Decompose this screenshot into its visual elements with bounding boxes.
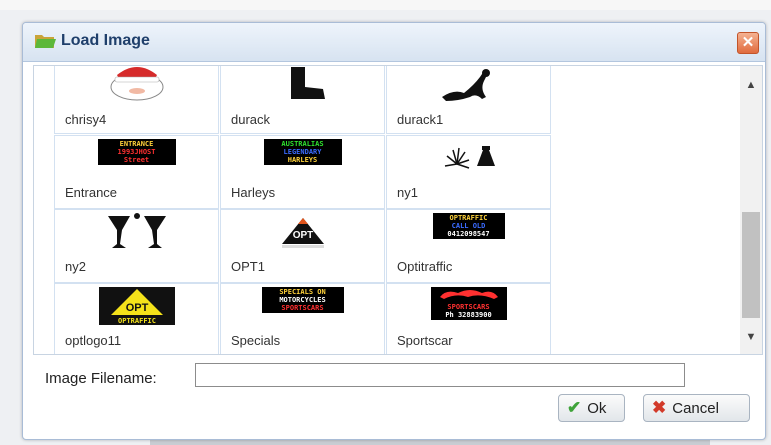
image-grid: chrisy4 durack durack1 ENTRANCE 1993JHOS…	[33, 65, 763, 355]
image-item-label: Entrance	[65, 185, 118, 200]
sign-line: SPECIALS ON	[279, 288, 326, 296]
sign-line: ENTRANCE	[119, 140, 154, 148]
dialog-title: Load Image	[61, 32, 150, 49]
ok-button-label: Ok	[587, 399, 607, 417]
image-item-label: chrisy4	[65, 112, 107, 127]
sign-line: HARLEYS	[287, 156, 318, 164]
close-button[interactable]: ✕	[737, 32, 759, 54]
image-item-label: durack	[231, 112, 271, 127]
car-graphic-icon	[439, 290, 498, 299]
sign-line: Street	[123, 156, 150, 164]
folder-icon	[35, 35, 56, 48]
x-icon: ✖	[652, 398, 667, 417]
image-filename-label: Image Filename:	[45, 370, 157, 387]
opt-logo-text: OPT	[292, 230, 313, 241]
image-item-label: optlogo11	[65, 333, 122, 348]
entrance-sign-image: ENTRANCE 1993JHOST Street	[55, 139, 218, 165]
image-item-label: ny1	[397, 185, 418, 200]
image-item-sportscar[interactable]: SPORTSCARS Ph 32883900 Sportscar	[386, 283, 551, 354]
specials-sign-image: SPECIALS ON MOTORCYCLES SPORTSCARS	[221, 287, 384, 313]
sign-line: MOTORCYCLES	[279, 296, 326, 304]
image-item-specials[interactable]: SPECIALS ON MOTORCYCLES SPORTSCARS Speci…	[220, 283, 385, 354]
scroll-down-icon[interactable]: ▼	[740, 326, 762, 348]
ok-button[interactable]: ✔ Ok	[558, 394, 625, 422]
image-item-ny1[interactable]: ny1	[386, 135, 551, 209]
image-item-label: ny2	[65, 259, 86, 274]
harleys-sign-image: AUSTRALIAS LEGENDARY HARLEYS	[221, 139, 384, 165]
silhouette-image	[387, 67, 550, 103]
image-item-opt1[interactable]: OPT OPT1	[220, 209, 385, 283]
sign-line: OPTRAFFIC	[449, 214, 488, 222]
opt-logo-subtext: OPTRAFFIC	[118, 317, 156, 325]
cancel-button-label: Cancel	[672, 399, 719, 417]
sign-line: AUSTRALIAS	[281, 140, 324, 148]
image-item-optitraffic[interactable]: OPTRAFFIC CALL OLD 0412098547 Optitraffi…	[386, 209, 551, 283]
image-item-ny2[interactable]: ny2	[54, 209, 219, 283]
sign-line: SPORTSCARS	[281, 304, 324, 312]
sportscar-sign-image: SPORTSCARS Ph 32883900	[387, 287, 550, 320]
image-item-entrance[interactable]: ENTRANCE 1993JHOST Street Entrance	[54, 135, 219, 209]
sign-line: CALL OLD	[451, 222, 486, 230]
santa-image	[55, 67, 218, 101]
image-item-label: durack1	[397, 112, 444, 127]
sign-line: SPORTSCARS	[447, 303, 490, 311]
sign-line: 1993JHOST	[117, 148, 156, 156]
opt-logo-text: OPT	[125, 302, 148, 314]
fireworks-image	[387, 142, 550, 172]
image-item-durack1[interactable]: durack1	[386, 66, 551, 134]
sign-line: 0412098547	[447, 230, 490, 238]
image-item-durack[interactable]: durack	[220, 66, 385, 134]
optitraffic-sign-image: OPTRAFFIC CALL OLD 0412098547	[387, 213, 550, 239]
backdrop-top	[0, 0, 771, 10]
sign-line: Ph 32883900	[445, 311, 492, 319]
opt-yellow-logo-image: OPT OPTRAFFIC	[55, 287, 218, 325]
checkmark-icon: ✔	[567, 398, 582, 417]
sign-line: LEGENDARY	[283, 148, 322, 156]
cancel-button[interactable]: ✖ Cancel	[643, 394, 750, 422]
scroll-up-icon[interactable]: ▲	[740, 74, 762, 96]
image-item-label: Harleys	[231, 185, 276, 200]
image-item-label: Sportscar	[397, 333, 453, 348]
dialog-titlebar[interactable]: Load Image ✕	[23, 23, 765, 62]
image-item-label: Specials	[231, 333, 281, 348]
vertical-scrollbar[interactable]: ▲ ▼	[740, 66, 762, 354]
boot-image	[221, 67, 384, 101]
image-filename-input[interactable]	[195, 363, 685, 387]
champagne-glasses-image	[55, 212, 218, 252]
scrollbar-thumb[interactable]	[742, 212, 760, 318]
image-item-harleys[interactable]: AUSTRALIAS LEGENDARY HARLEYS Harleys	[220, 135, 385, 209]
image-item-optlogo11[interactable]: OPT OPTRAFFIC optlogo11	[54, 283, 219, 354]
load-image-dialog: Load Image ✕ chrisy4 durack durack1 ENTR…	[22, 22, 766, 440]
image-item-label: Optitraffic	[397, 259, 453, 274]
image-item-chrisy4[interactable]: chrisy4	[54, 66, 219, 134]
opt-logo-image: OPT	[221, 216, 384, 250]
image-item-label: OPT1	[231, 259, 265, 274]
